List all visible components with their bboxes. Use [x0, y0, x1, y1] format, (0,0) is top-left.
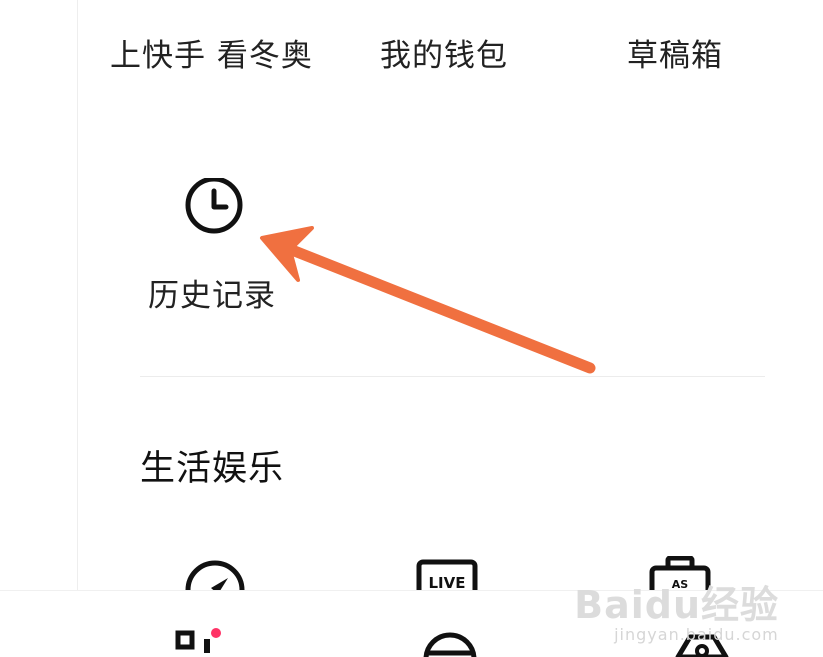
baidu-watermark: Baidu经验 jingyan.baidu.com [574, 574, 779, 644]
notification-badge [211, 628, 221, 638]
section-title: 生活娱乐 [140, 449, 285, 489]
circle-icon[interactable] [420, 631, 480, 657]
section-divider [140, 376, 765, 377]
watermark-brand: Baidu经验 [574, 583, 779, 627]
